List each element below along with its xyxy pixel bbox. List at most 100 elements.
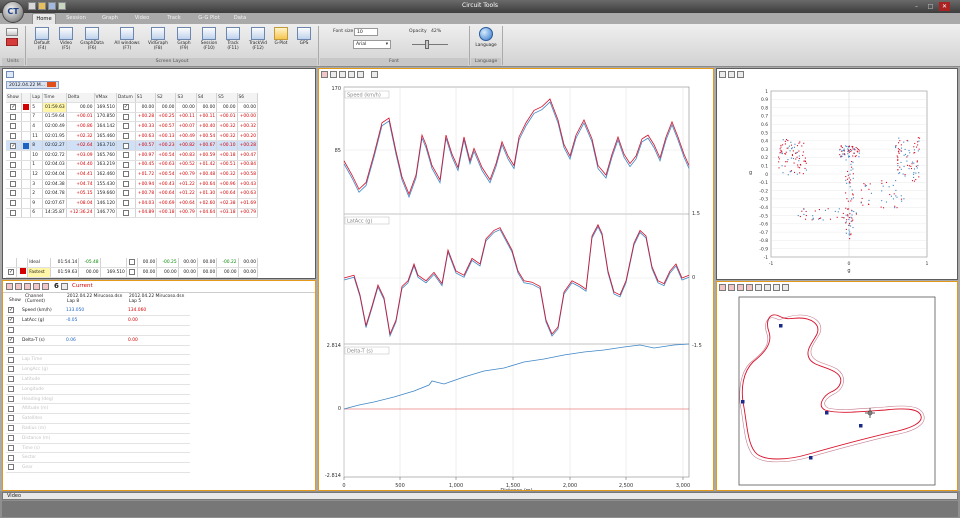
laps-col-header[interactable]	[21, 93, 32, 104]
graph-settings-icon[interactable]	[371, 71, 378, 78]
opacity-slider-thumb[interactable]	[425, 40, 429, 49]
channel-sort-icon[interactable]	[61, 283, 68, 290]
layout-vidgraph-button[interactable]: VidGraph (F8)	[145, 27, 171, 57]
laps-col-header[interactable]: S4	[196, 93, 218, 104]
tab-session[interactable]: Session	[62, 13, 90, 24]
channel-show-cell[interactable]	[6, 354, 20, 366]
map-move-icon[interactable]	[782, 284, 789, 291]
channel-row[interactable]	[6, 325, 190, 336]
map-zoom-fit-icon[interactable]	[773, 284, 780, 291]
channel-row[interactable]: Longitude	[6, 384, 190, 395]
channel-show-checkbox[interactable]: ✓	[8, 307, 14, 314]
lap-datum-cell[interactable]	[116, 198, 136, 209]
lap-datum-checkbox[interactable]	[122, 171, 129, 178]
lap-datum-checkbox[interactable]	[122, 152, 129, 159]
lap-datum-cell[interactable]	[116, 179, 136, 190]
close-icon[interactable]: ✕	[939, 2, 950, 11]
channel-show-cell[interactable]	[6, 325, 20, 336]
channel-show-cell[interactable]	[6, 345, 20, 356]
map-tool-4-icon[interactable]	[746, 284, 753, 291]
layout-gps-button[interactable]: GPS	[293, 27, 315, 57]
tab-graph[interactable]: Graph	[98, 13, 122, 24]
lap-show-cell[interactable]	[6, 198, 22, 209]
session-close-icon[interactable]	[47, 82, 57, 87]
lap-datum-cell[interactable]	[116, 150, 136, 161]
tab-video[interactable]: Video	[130, 13, 154, 24]
channel-show-cell[interactable]	[6, 364, 20, 376]
maximize-icon[interactable]: □	[925, 2, 936, 11]
channel-row[interactable]: Heading (deg)	[6, 394, 190, 405]
channel-show-cell[interactable]	[6, 394, 20, 405]
lap-show-cell[interactable]	[6, 121, 22, 132]
lap-show-checkbox[interactable]	[10, 152, 17, 159]
channel-show-checkbox[interactable]: ✓	[8, 337, 14, 344]
channel-show-cell[interactable]	[6, 403, 20, 415]
lap-show-checkbox[interactable]	[10, 180, 17, 187]
lap-datum-cell[interactable]	[116, 112, 136, 123]
channel-row[interactable]: Sector	[6, 452, 190, 464]
lap-row[interactable]: 1 02:04.03 +04.40 163.219 +00.45 +00.63 +00.52…	[6, 160, 259, 171]
channel-row[interactable]: Satellites	[6, 413, 190, 425]
layout-trackvid-button[interactable]: TrackVid (F12)	[245, 27, 271, 57]
lap-datum-checkbox[interactable]	[122, 200, 129, 207]
lap-row[interactable]: 12 02:04.04 +04.41 162.460 +01.72 +00.54 +00.7…	[6, 169, 259, 180]
laps-col-header[interactable]: S1	[135, 93, 157, 104]
channel-show-checkbox[interactable]	[8, 435, 14, 441]
lap-datum-checkbox[interactable]: ✓	[122, 104, 129, 111]
print-icon[interactable]	[58, 2, 66, 10]
map-tool-2-icon[interactable]	[728, 284, 735, 291]
lap-datum-checkbox[interactable]	[122, 113, 129, 120]
channel-show-cell[interactable]	[6, 374, 20, 385]
lap-datum-cell[interactable]	[116, 160, 136, 171]
lap-show-checkbox[interactable]	[10, 113, 17, 120]
lap-row[interactable]: 2 02:04.78 +05.15 159.660 +00.78 +00.64 +01.22…	[6, 188, 259, 200]
lap-show-cell[interactable]	[6, 150, 22, 161]
lap-row[interactable]: 4 02:00.49 +00.86 164.142 +00.33 +00.57 +00.07…	[6, 121, 259, 132]
lap-show-checkbox[interactable]	[10, 209, 17, 216]
font-size-input[interactable]: 10	[354, 28, 378, 36]
summary-show-checkbox[interactable]: ✓	[8, 269, 15, 276]
channel-show-cell[interactable]: ✓	[6, 335, 20, 346]
graph-zoom-fit-icon[interactable]	[348, 71, 355, 78]
channel-row[interactable]: ✓ Speed (km/h) 133.050 134.060	[6, 306, 190, 317]
tab-data[interactable]: Data	[230, 13, 250, 24]
channel-show-cell[interactable]	[6, 443, 20, 454]
channel-row[interactable]: Radius (m)	[6, 423, 190, 434]
layout-all-windows-button[interactable]: All windows (F7)	[112, 27, 142, 57]
channel-show-checkbox[interactable]	[8, 356, 14, 363]
graph-zoom-in-icon[interactable]	[330, 71, 337, 78]
session-label[interactable]: 2012.04.22 M...	[6, 81, 60, 89]
font-name-select[interactable]: Arial ▾	[353, 40, 391, 49]
lap-datum-cell[interactable]	[116, 188, 136, 200]
map-zoom-in-icon[interactable]	[755, 284, 762, 291]
laps-col-header[interactable]: S6	[237, 93, 259, 104]
lap-show-cell[interactable]	[6, 179, 22, 190]
units-button[interactable]	[6, 28, 20, 56]
open-folder-icon[interactable]	[38, 2, 46, 10]
lap-datum-cell[interactable]	[116, 121, 136, 132]
gg-zoom-fit-icon[interactable]	[737, 71, 744, 78]
channel-chart-icon[interactable]	[15, 283, 22, 290]
channel-show-cell[interactable]: ✓	[6, 306, 20, 317]
lap-datum-checkbox[interactable]	[122, 123, 129, 130]
tab-track[interactable]: Track	[162, 13, 186, 24]
channel-show-checkbox[interactable]	[8, 425, 14, 432]
map-tool-3-icon[interactable]	[737, 284, 744, 291]
laps-col-header[interactable]: Delta	[66, 93, 95, 104]
channel-show-checkbox[interactable]	[8, 395, 14, 402]
channel-show-checkbox[interactable]	[8, 464, 14, 471]
channel-show-cell[interactable]	[6, 384, 20, 395]
lap-show-cell[interactable]: ✓	[6, 140, 22, 152]
lap-row[interactable]: ✓ 5 01:59.63 00.00 169.510 ✓ 00.00 00.00 00.00 00…	[6, 102, 259, 113]
map-zoom-out-icon[interactable]	[764, 284, 771, 291]
video-panel-header[interactable]: Video	[2, 492, 958, 500]
new-icon[interactable]	[28, 2, 36, 10]
channel-show-cell[interactable]	[6, 413, 20, 425]
lap-show-cell[interactable]	[6, 188, 22, 200]
channel-show-cell[interactable]	[6, 462, 20, 474]
lap-show-cell[interactable]	[6, 208, 22, 219]
layout-session-button[interactable]: Session (F10)	[196, 27, 222, 57]
tab-home[interactable]: Home	[32, 13, 56, 24]
lap-datum-checkbox[interactable]	[122, 142, 129, 149]
laps-grid-icon[interactable]	[6, 71, 14, 78]
